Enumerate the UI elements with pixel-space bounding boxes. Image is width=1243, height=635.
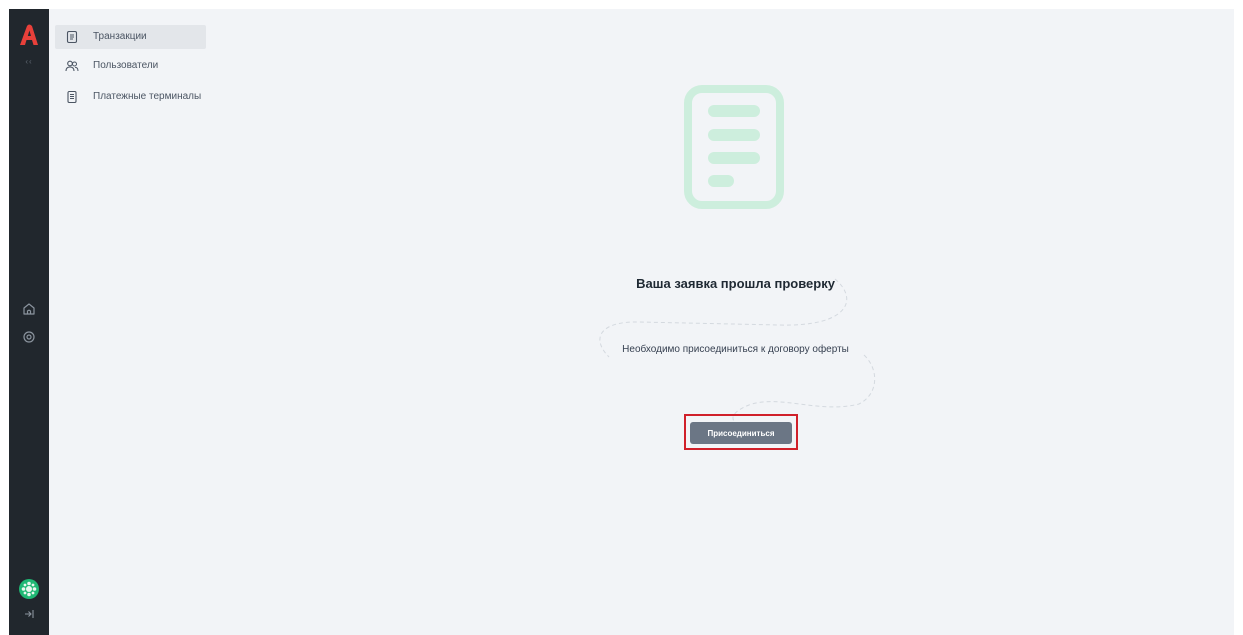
users-icon <box>65 60 79 72</box>
home-icon[interactable] <box>21 301 37 317</box>
sidebar-item-label: Платежные терминалы <box>93 91 202 102</box>
page-title: Ваша заявка прошла проверку <box>636 276 835 291</box>
collapse-toggle[interactable]: ‹‹ <box>9 57 49 66</box>
terminal-icon <box>67 90 77 104</box>
avatar-icon[interactable] <box>19 579 39 599</box>
sidebar-item-terminals[interactable]: Платежные терминалы <box>55 85 206 109</box>
sidebar-nav: Транзакции Пользователи Платежные термин… <box>49 9 219 635</box>
app-window: ‹‹ Транзакции Пользователи Платежные тер… <box>9 9 1234 635</box>
main-content: Ваша заявка прошла проверку Необходимо п… <box>219 9 1234 635</box>
join-button[interactable]: Присоединиться <box>690 422 792 444</box>
page-subtitle: Необходимо присоединиться к договору офе… <box>622 344 849 355</box>
sidebar-item-users[interactable]: Пользователи <box>55 54 206 78</box>
avatar-pattern-icon <box>21 581 37 597</box>
document-icon <box>66 30 78 44</box>
sidebar-item-transactions[interactable]: Транзакции <box>55 25 206 49</box>
app-logo-icon[interactable] <box>17 23 41 47</box>
sidebar-item-label: Транзакции <box>93 31 147 42</box>
icon-rail: ‹‹ <box>9 9 49 635</box>
logout-icon[interactable] <box>21 606 37 622</box>
document-illustration-icon <box>684 85 784 209</box>
settings-icon[interactable] <box>21 329 37 345</box>
sidebar-item-label: Пользователи <box>93 60 159 71</box>
